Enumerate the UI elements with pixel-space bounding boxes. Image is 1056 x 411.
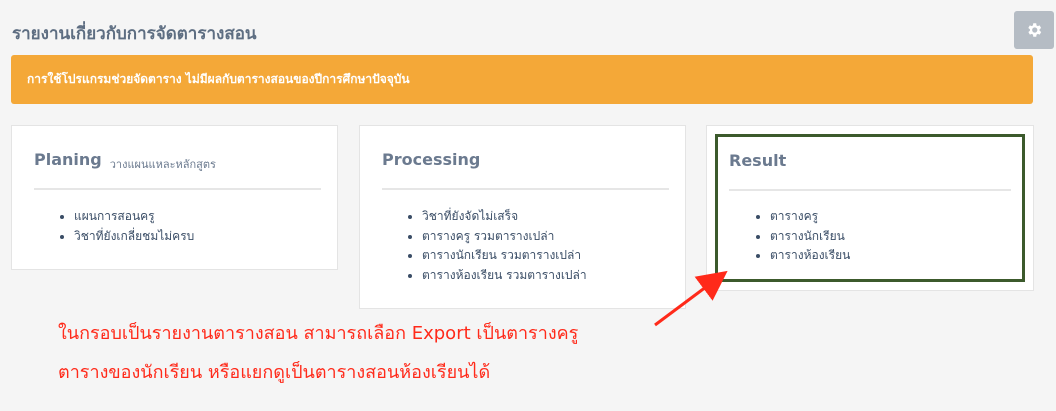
annotation-arrow (654, 270, 728, 327)
annotation-line-2: ตารางของนักเรียน หรือแยกดูเป็นตารางสอนห้… (58, 362, 491, 383)
annotation-line-1: ในกรอบเป็นรายงานตารางสอน สามารถเลือก Exp… (58, 323, 579, 344)
